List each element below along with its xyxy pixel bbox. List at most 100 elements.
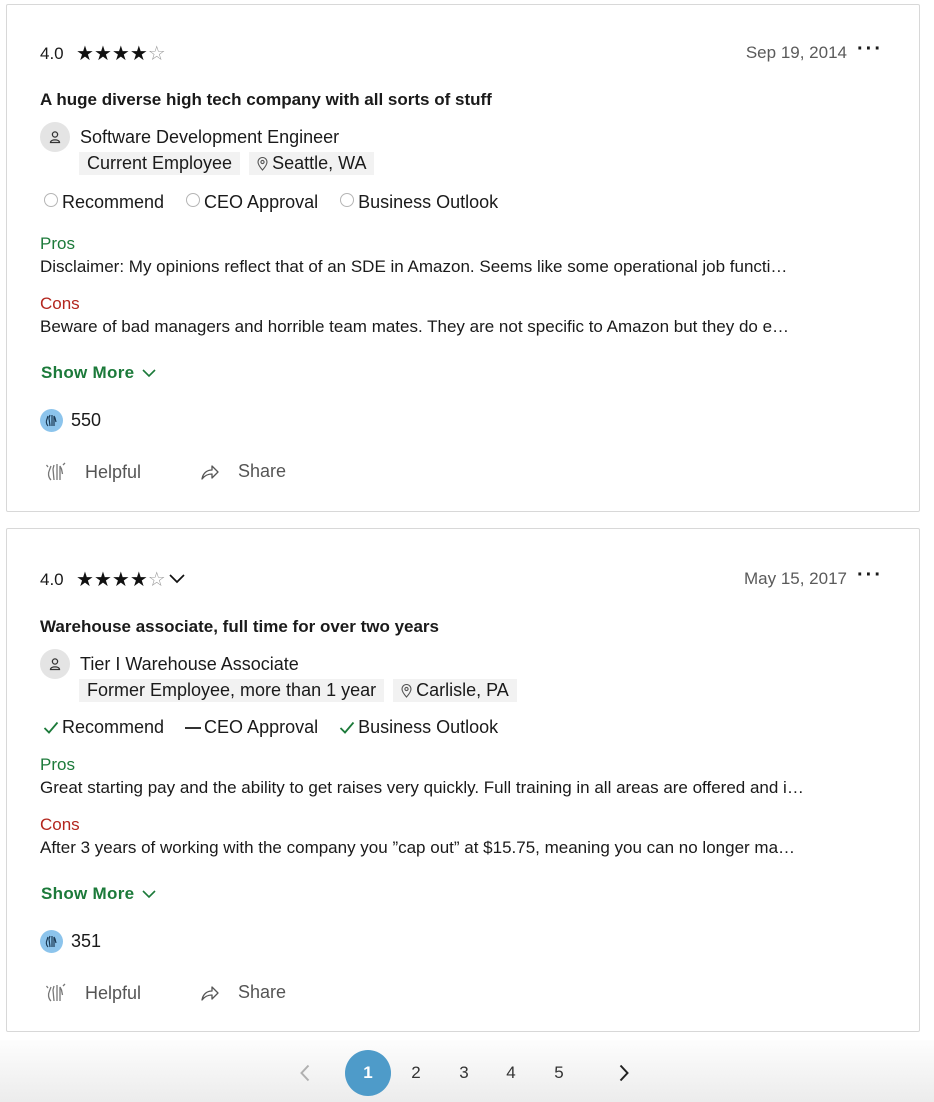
- chevron-left-icon: [300, 1064, 310, 1082]
- cons-text: Beware of bad managers and horrible team…: [40, 317, 790, 336]
- star-filled-icon: ★: [111, 43, 130, 65]
- prev-page-button[interactable]: [293, 1050, 317, 1096]
- helpful-count-value: 550: [71, 410, 102, 430]
- indicator-recommend: Recommend: [40, 717, 164, 738]
- author-tags: Current Employee Seattle, WA: [79, 152, 375, 175]
- indicator-label: CEO Approval: [204, 717, 319, 737]
- helpful-count-value: 351: [71, 931, 102, 951]
- page-4[interactable]: 4: [499, 1050, 523, 1096]
- more-horizontal-icon[interactable]: ···: [857, 564, 883, 587]
- check-icon: [43, 721, 59, 734]
- indicator-label: Business Outlook: [358, 192, 499, 212]
- author-tags: Former Employee, more than 1 year Carlis…: [79, 679, 517, 702]
- page-5[interactable]: 5: [547, 1050, 571, 1096]
- location-pin-icon: [401, 683, 412, 698]
- review-indicators: Recommend CEO Approval Business Outlook: [40, 717, 516, 738]
- share-arrow-icon: [201, 985, 219, 1001]
- location-pin-icon: [257, 156, 268, 171]
- rating-value: 4.0: [40, 570, 64, 589]
- helpful-label: Helpful: [85, 461, 142, 482]
- page-3[interactable]: 3: [452, 1050, 476, 1096]
- indicator-ceo-approval: CEO Approval: [182, 192, 318, 213]
- job-title: Tier I Warehouse Associate: [80, 654, 299, 674]
- star-filled-icon: ★: [129, 43, 148, 65]
- cons-text: After 3 years of working with the compan…: [40, 838, 796, 857]
- show-more-button[interactable]: Show More: [41, 884, 156, 904]
- pros-text: Disclaimer: My opinions reflect that of …: [40, 257, 788, 276]
- star-filled-icon: ★: [93, 569, 112, 591]
- circle-icon: [340, 192, 355, 207]
- pros-label: Pros: [40, 234, 75, 253]
- review-indicators: Recommend CEO Approval Business Outlook: [40, 192, 516, 213]
- more-horizontal-icon[interactable]: ···: [857, 38, 883, 61]
- star-rating: ★★★★☆: [76, 41, 166, 66]
- pros-text: Great starting pay and the ability to ge…: [40, 778, 804, 797]
- hand-clap-icon: [45, 983, 66, 1002]
- indicator-label: Business Outlook: [358, 717, 499, 737]
- circle-icon: [186, 192, 201, 207]
- review-date: May 15, 2017: [743, 569, 847, 588]
- indicator-label: Recommend: [62, 192, 165, 212]
- helpful-count: 550: [40, 409, 101, 432]
- star-empty-icon: ☆: [147, 43, 166, 65]
- location: Seattle, WA: [272, 153, 367, 173]
- indicator-business-outlook: Business Outlook: [336, 192, 498, 213]
- employment-status: Former Employee, more than 1 year: [87, 680, 377, 700]
- star-filled-icon: ★: [76, 569, 94, 591]
- review-card: 4.0 ★★★★☆ Sep 19, 2014 ··· A huge divers…: [6, 4, 920, 512]
- page-1[interactable]: 1: [345, 1050, 391, 1096]
- location: Carlisle, PA: [416, 680, 509, 700]
- rating-value: 4.0: [40, 44, 64, 63]
- chevron-down-icon: [142, 368, 156, 377]
- employment-status-tag: Former Employee, more than 1 year: [79, 679, 385, 702]
- hand-clap-icon: [40, 409, 63, 432]
- location-tag: Carlisle, PA: [393, 679, 517, 702]
- dash-icon: [185, 726, 202, 729]
- helpful-button[interactable]: Helpful: [45, 982, 141, 1004]
- hand-clap-icon: [45, 462, 66, 481]
- next-page-button[interactable]: [612, 1050, 636, 1096]
- indicator-business-outlook: Business Outlook: [336, 717, 498, 738]
- employment-status: Current Employee: [87, 153, 233, 173]
- chevron-right-icon: [619, 1064, 629, 1082]
- indicator-label: CEO Approval: [204, 192, 319, 212]
- show-more-button[interactable]: Show More: [41, 363, 156, 383]
- share-arrow-icon: [201, 464, 219, 480]
- location-tag: Seattle, WA: [249, 152, 375, 175]
- cons-label: Cons: [40, 294, 80, 313]
- hand-clap-icon: [40, 930, 63, 953]
- star-filled-icon: ★: [93, 43, 112, 65]
- share-label: Share: [238, 982, 287, 1002]
- share-button[interactable]: Share: [200, 461, 286, 482]
- show-more-label: Show More: [41, 884, 135, 903]
- share-label: Share: [238, 461, 287, 481]
- star-rating[interactable]: ★★★★☆: [76, 567, 166, 592]
- helpful-button[interactable]: Helpful: [45, 461, 141, 483]
- review-card: 4.0 ★★★★☆ May 15, 2017 ··· Warehouse ass…: [6, 528, 920, 1032]
- circle-icon: [44, 192, 58, 207]
- review-title[interactable]: A huge diverse high tech company with al…: [40, 90, 492, 110]
- chevron-down-icon[interactable]: [169, 574, 185, 584]
- indicator-label: Recommend: [62, 717, 165, 737]
- indicator-recommend: Recommend: [40, 192, 164, 213]
- indicator-ceo-approval: CEO Approval: [182, 717, 318, 738]
- person-icon: [40, 122, 70, 152]
- show-more-label: Show More: [41, 363, 135, 382]
- star-filled-icon: ★: [129, 569, 148, 591]
- employment-status-tag: Current Employee: [79, 152, 241, 175]
- star-filled-icon: ★: [76, 43, 94, 65]
- helpful-count: 351: [40, 930, 101, 953]
- star-filled-icon: ★: [111, 569, 130, 591]
- share-button[interactable]: Share: [200, 982, 286, 1003]
- check-icon: [339, 721, 355, 734]
- cons-label: Cons: [40, 815, 80, 834]
- helpful-label: Helpful: [85, 982, 142, 1003]
- review-date: Sep 19, 2014: [745, 43, 847, 62]
- job-title: Software Development Engineer: [80, 127, 340, 147]
- review-title[interactable]: Warehouse associate, full time for over …: [40, 617, 439, 637]
- person-icon: [40, 649, 70, 679]
- pros-label: Pros: [40, 755, 75, 774]
- page-2[interactable]: 2: [404, 1050, 428, 1096]
- star-empty-icon: ☆: [147, 569, 166, 591]
- chevron-down-icon: [142, 889, 156, 898]
